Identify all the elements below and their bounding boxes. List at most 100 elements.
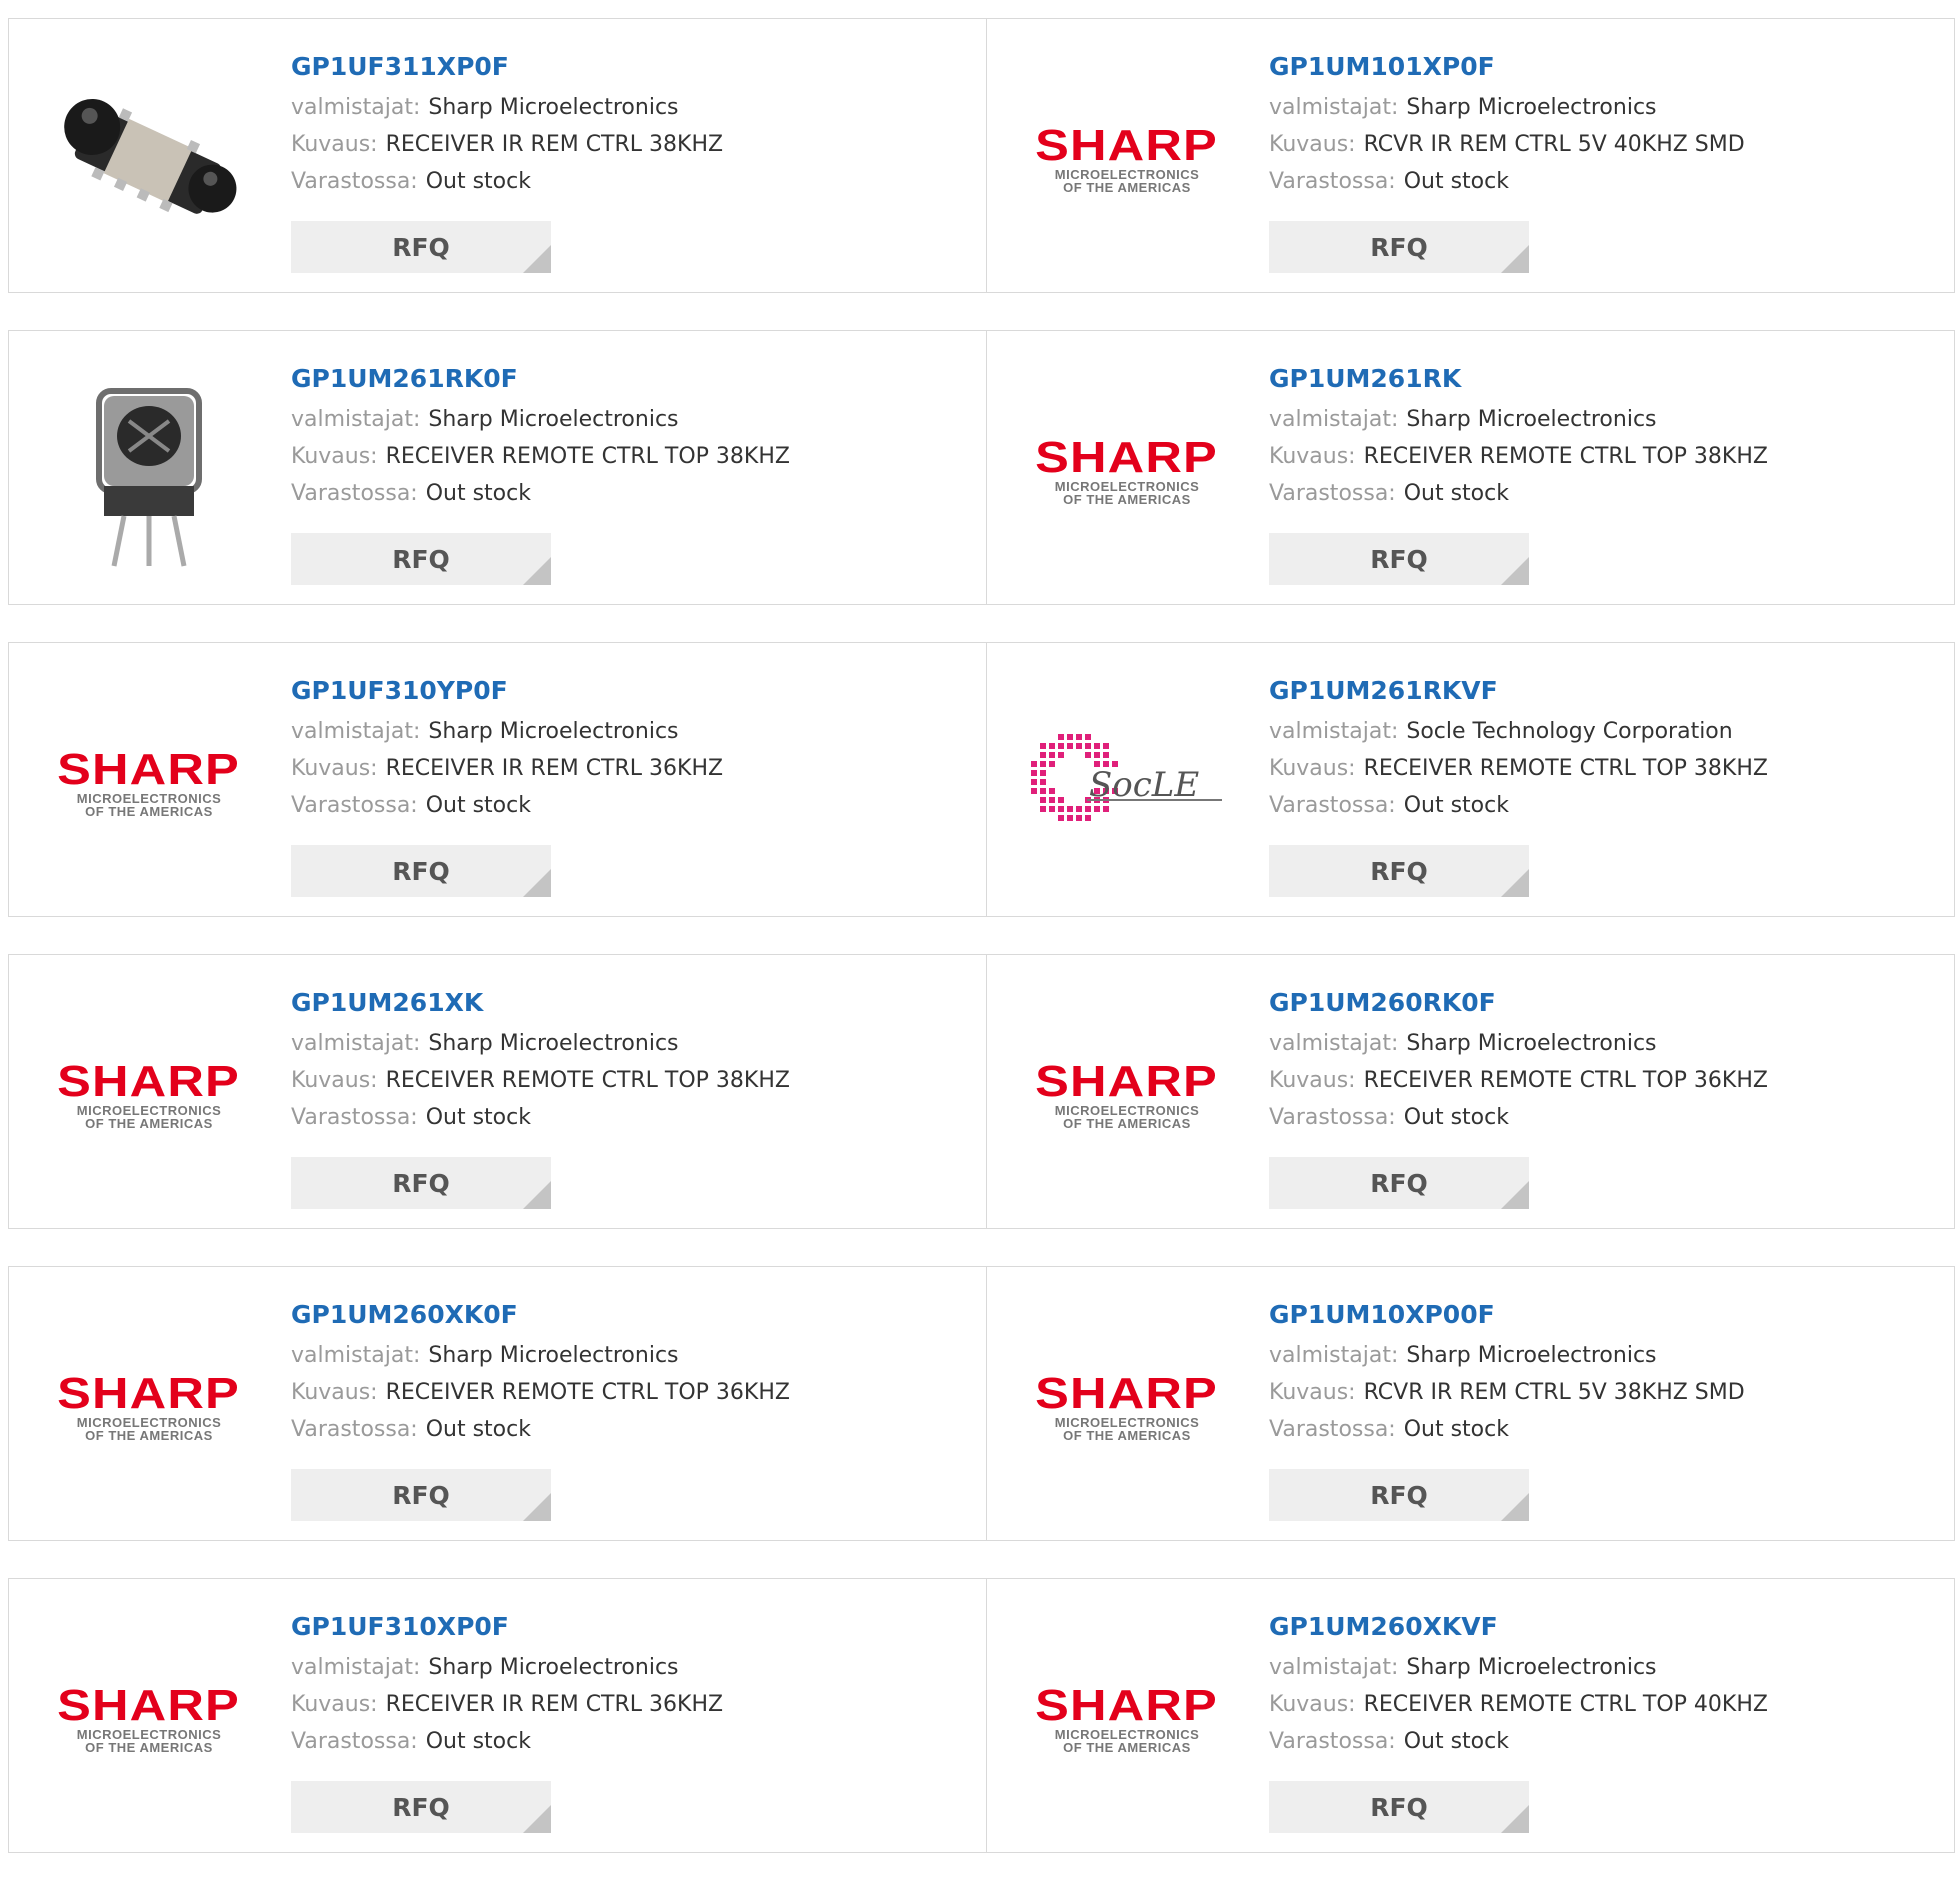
rfq-label: RFQ [392, 232, 450, 262]
description-value: RECEIVER IR REM CTRL 38KHZ [385, 132, 724, 157]
stock-value: Out stock [1403, 481, 1509, 506]
rfq-label: RFQ [392, 544, 450, 574]
product-image[interactable]: SHARP MICROELECTRONICS OF THE AMERICAS [49, 683, 249, 883]
product-info: GP1UM261RK valmistajat: Sharp Microelectr… [1269, 361, 1768, 512]
sharp-logo: SHARP MICROELECTRONICS OF THE AMERICAS [57, 745, 241, 819]
product-image[interactable]: SHARP MICROELECTRONICS OF THE AMERICAS [49, 1619, 249, 1819]
stock-value: Out stock [425, 1729, 531, 1754]
product-image[interactable]: SHARP MICROELECTRONICS OF THE AMERICAS [1027, 995, 1227, 1195]
description-value: RECEIVER REMOTE CTRL TOP 38KHZ [1363, 756, 1768, 781]
part-number-link[interactable]: GP1UM261XK [291, 985, 790, 1025]
rfq-button[interactable]: RFQ [291, 1157, 551, 1209]
stock-value: Out stock [425, 1417, 531, 1442]
product-card: GP1UF311XP0F valmistajat: Sharp Microelec… [8, 18, 987, 293]
description-label: Kuvaus: [1269, 1692, 1356, 1717]
part-number-link[interactable]: GP1UM10XP00F [1269, 1297, 1745, 1337]
description-label: Kuvaus: [1269, 132, 1356, 157]
part-number-link[interactable]: GP1UM260XKVF [1269, 1609, 1768, 1649]
stock-label: Varastossa: [291, 1417, 418, 1442]
stock-value: Out stock [1403, 793, 1509, 818]
rfq-button[interactable]: RFQ [1269, 1469, 1529, 1521]
rfq-button[interactable]: RFQ [291, 533, 551, 585]
stock-line: Varastossa: Out stock [291, 475, 790, 512]
manufacturer-line: valmistajat: Sharp Microelectronics [291, 713, 723, 750]
stock-label: Varastossa: [1269, 1105, 1396, 1130]
product-image[interactable]: SHARP MICROELECTRONICS OF THE AMERICAS [1027, 1307, 1227, 1507]
product-grid: GP1UF311XP0F valmistajat: Sharp Microelec… [8, 18, 1955, 1890]
product-image[interactable]: SHARP MICROELECTRONICS OF THE AMERICAS [1027, 1619, 1227, 1819]
rfq-button[interactable]: RFQ [1269, 533, 1529, 585]
stock-value: Out stock [425, 169, 531, 194]
description-line: Kuvaus: RCVR IR REM CTRL 5V 40KHZ SMD [1269, 126, 1745, 163]
description-line: Kuvaus: RECEIVER IR REM CTRL 38KHZ [291, 126, 723, 163]
stock-label: Varastossa: [291, 1729, 418, 1754]
manufacturer-value: Socle Technology Corporation [1406, 719, 1733, 744]
sharp-logo: SHARP MICROELECTRONICS OF THE AMERICAS [1035, 433, 1219, 507]
description-label: Kuvaus: [1269, 444, 1356, 469]
stock-line: Varastossa: Out stock [291, 1723, 723, 1760]
manufacturer-line: valmistajat: Sharp Microelectronics [1269, 89, 1745, 126]
product-image[interactable]: SHARP MICROELECTRONICS OF THE AMERICAS [49, 995, 249, 1195]
stock-label: Varastossa: [291, 481, 418, 506]
product-image[interactable]: SHARP MICROELECTRONICS OF THE AMERICAS [1027, 371, 1227, 571]
stock-value: Out stock [425, 793, 531, 818]
manufacturer-line: valmistajat: Sharp Microelectronics [1269, 1649, 1768, 1686]
description-line: Kuvaus: RECEIVER REMOTE CTRL TOP 38KHZ [1269, 438, 1768, 475]
product-info: GP1UM260XK0F valmistajat: Sharp Microelec… [291, 1297, 790, 1448]
product-image[interactable] [49, 59, 249, 259]
corner-triangle-icon [523, 245, 551, 273]
product-row: GP1UF311XP0F valmistajat: Sharp Microelec… [8, 18, 1955, 293]
rfq-button[interactable]: RFQ [1269, 845, 1529, 897]
stock-label: Varastossa: [1269, 481, 1396, 506]
description-label: Kuvaus: [291, 1380, 378, 1405]
manufacturer-value: Sharp Microelectronics [428, 719, 679, 744]
sharp-logo: SHARP MICROELECTRONICS OF THE AMERICAS [1035, 1369, 1219, 1443]
product-image[interactable] [49, 371, 249, 571]
manufacturer-label: valmistajat: [291, 95, 421, 120]
manufacturer-line: valmistajat: Sharp Microelectronics [291, 401, 790, 438]
rfq-label: RFQ [1370, 856, 1428, 886]
manufacturer-label: valmistajat: [1269, 1655, 1399, 1680]
product-info: GP1UM260RK0F valmistajat: Sharp Microelec… [1269, 985, 1768, 1136]
part-number-link[interactable]: GP1UF311XP0F [291, 49, 723, 89]
part-number-link[interactable]: GP1UF310XP0F [291, 1609, 723, 1649]
part-number-link[interactable]: GP1UF310YP0F [291, 673, 723, 713]
manufacturer-label: valmistajat: [291, 1031, 421, 1056]
part-number-link[interactable]: GP1UM101XP0F [1269, 49, 1745, 89]
part-number-link[interactable]: GP1UM261RK0F [291, 361, 790, 401]
product-card: SocLE GP1UM261RKVF valmistajat: Socle Tec… [987, 642, 1955, 917]
rfq-label: RFQ [1370, 1168, 1428, 1198]
part-number-link[interactable]: GP1UM260RK0F [1269, 985, 1768, 1025]
stock-line: Varastossa: Out stock [291, 1099, 790, 1136]
description-line: Kuvaus: RECEIVER REMOTE CTRL TOP 38KHZ [291, 438, 790, 475]
corner-triangle-icon [523, 1181, 551, 1209]
part-number-link[interactable]: GP1UM260XK0F [291, 1297, 790, 1337]
rfq-button[interactable]: RFQ [1269, 221, 1529, 273]
rfq-button[interactable]: RFQ [291, 1781, 551, 1833]
product-image[interactable]: SHARP MICROELECTRONICS OF THE AMERICAS [49, 1307, 249, 1507]
rfq-button[interactable]: RFQ [1269, 1781, 1529, 1833]
description-label: Kuvaus: [291, 756, 378, 781]
sharp-logo: SHARP MICROELECTRONICS OF THE AMERICAS [57, 1369, 241, 1443]
part-number-link[interactable]: GP1UM261RKVF [1269, 673, 1768, 713]
rfq-button[interactable]: RFQ [1269, 1157, 1529, 1209]
product-image[interactable]: SocLE [1027, 683, 1227, 883]
rfq-button[interactable]: RFQ [291, 845, 551, 897]
part-number-link[interactable]: GP1UM261RK [1269, 361, 1768, 401]
product-info: GP1UF310YP0F valmistajat: Sharp Microelec… [291, 673, 723, 824]
product-card: SHARP MICROELECTRONICS OF THE AMERICAS G… [987, 954, 1955, 1229]
product-image[interactable]: SHARP MICROELECTRONICS OF THE AMERICAS [1027, 59, 1227, 259]
manufacturer-line: valmistajat: Sharp Microelectronics [291, 1025, 790, 1062]
manufacturer-value: Sharp Microelectronics [428, 407, 679, 432]
rfq-button[interactable]: RFQ [291, 221, 551, 273]
rfq-button[interactable]: RFQ [291, 1469, 551, 1521]
corner-triangle-icon [523, 869, 551, 897]
stock-line: Varastossa: Out stock [291, 163, 723, 200]
description-label: Kuvaus: [291, 444, 378, 469]
manufacturer-value: Sharp Microelectronics [428, 1343, 679, 1368]
description-label: Kuvaus: [1269, 756, 1356, 781]
rfq-label: RFQ [1370, 544, 1428, 574]
description-line: Kuvaus: RECEIVER REMOTE CTRL TOP 40KHZ [1269, 1686, 1768, 1723]
stock-line: Varastossa: Out stock [1269, 1723, 1768, 1760]
product-info: GP1UM101XP0F valmistajat: Sharp Microelec… [1269, 49, 1745, 200]
